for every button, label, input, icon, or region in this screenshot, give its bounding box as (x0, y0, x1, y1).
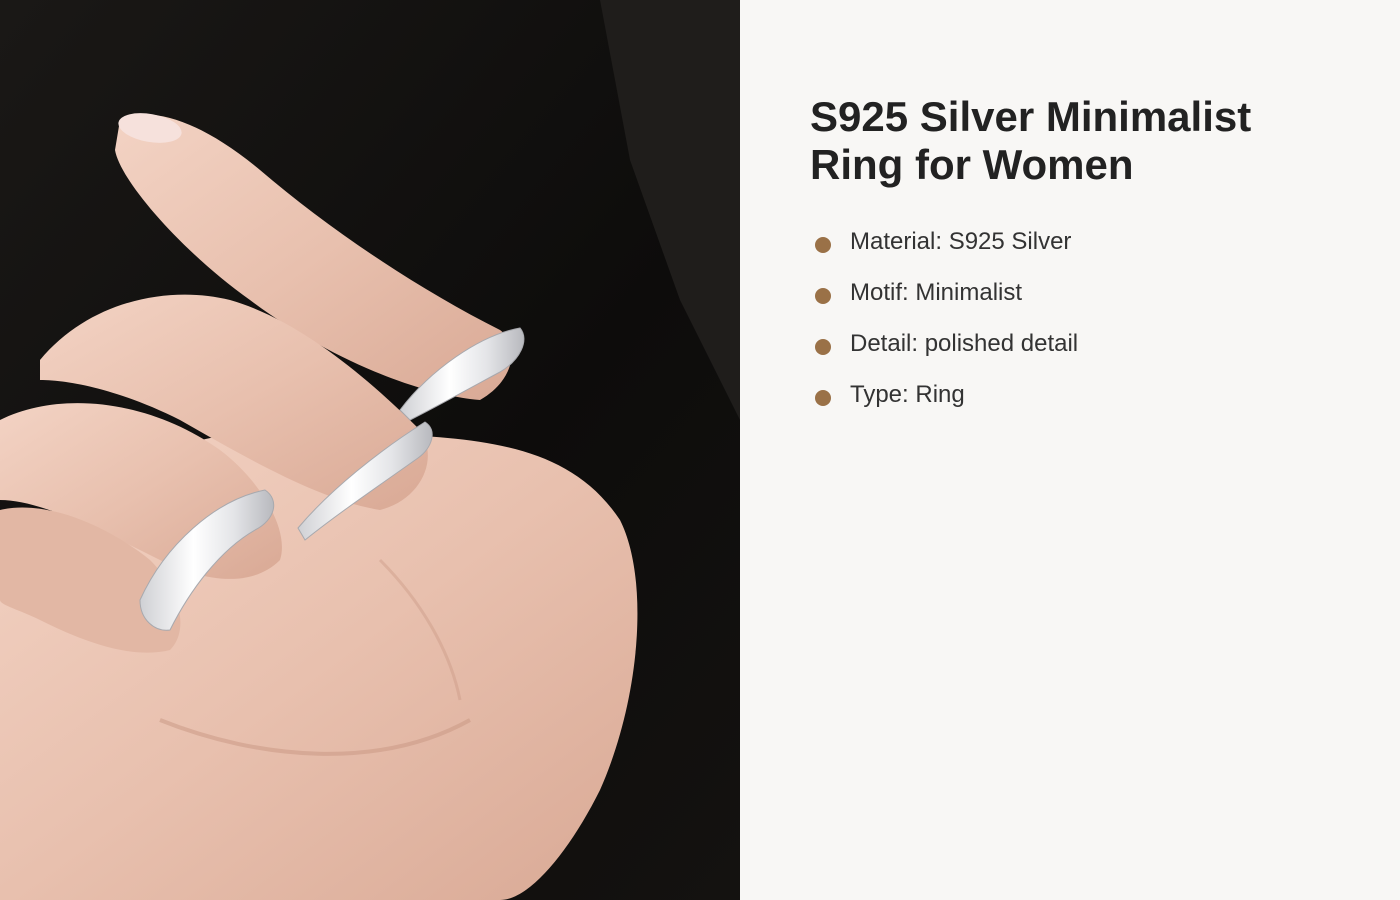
product-title-line-1: S925 Silver Minimalist (810, 93, 1252, 140)
bullet-dot-icon (815, 339, 831, 355)
spec-item-detail: Detail: polished detail (810, 327, 1078, 361)
hand-with-rings-illustration (0, 0, 740, 900)
spec-text-type: Type: Ring (850, 381, 965, 408)
product-info-panel: S925 Silver Minimalist Ring for Women Ma… (740, 0, 1400, 900)
spec-text-material: Material: S925 Silver (850, 228, 1072, 255)
bullet-dot-icon (815, 390, 831, 406)
spec-list: Material: S925 Silver Motif: Minimalist … (810, 225, 1078, 429)
spec-item-material: Material: S925 Silver (810, 225, 1078, 259)
bullet-dot-icon (815, 237, 831, 253)
spec-text-detail: Detail: polished detail (850, 330, 1079, 357)
product-title-line-2: Ring for Women (810, 141, 1134, 188)
spec-item-type: Type: Ring (810, 378, 1078, 412)
product-page: S925 Silver Minimalist Ring for Women Ma… (0, 0, 1400, 900)
spec-item-motif: Motif: Minimalist (810, 276, 1078, 310)
product-title: S925 Silver Minimalist Ring for Women (810, 93, 1350, 189)
bullet-dot-icon (815, 288, 831, 304)
product-photo (0, 0, 740, 900)
spec-text-motif: Motif: Minimalist (850, 279, 1023, 306)
